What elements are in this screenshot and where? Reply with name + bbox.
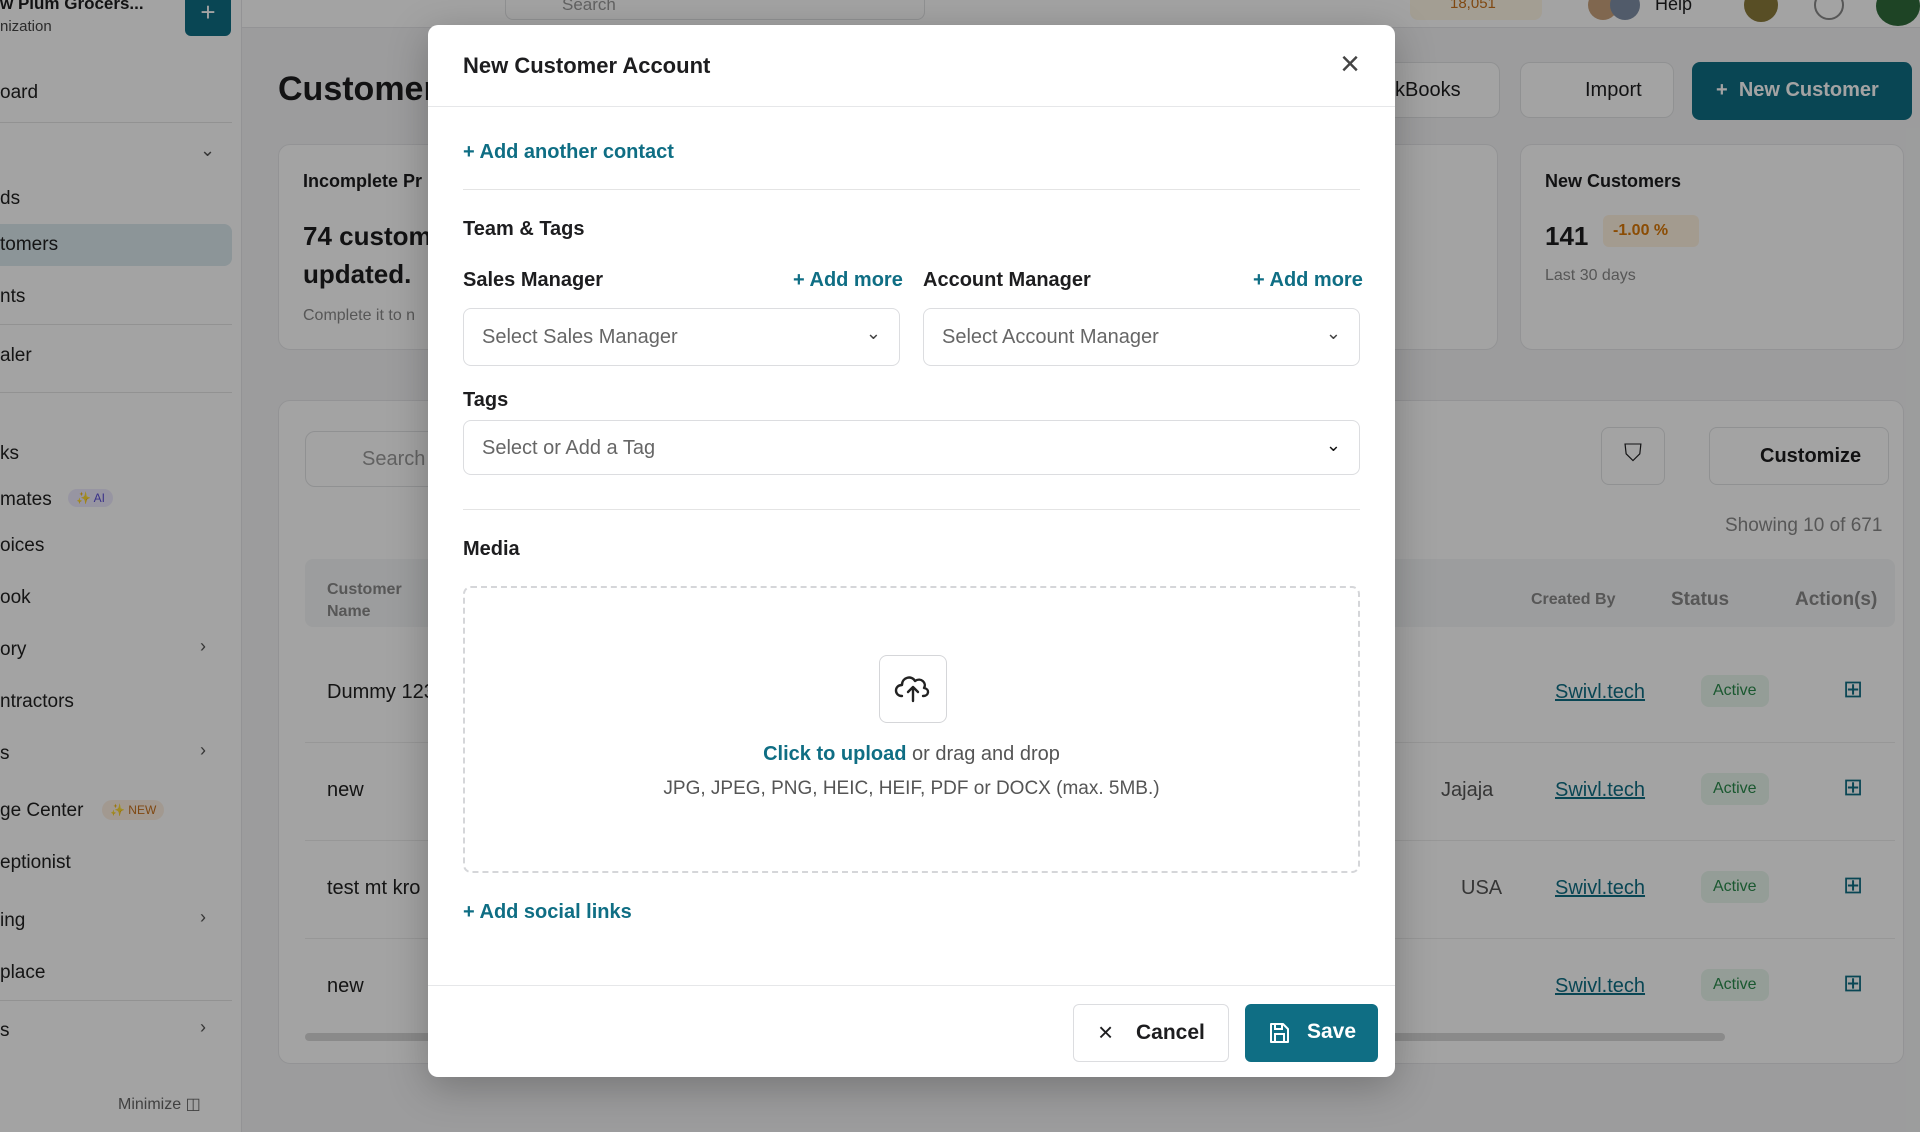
tags-select[interactable]: Select or Add a Tag ⌄ (463, 420, 1360, 475)
add-social-links[interactable]: + Add social links (463, 901, 632, 924)
chevron-down-icon: ⌄ (1325, 323, 1341, 343)
account-manager-select[interactable]: Select Account Manager ⌄ (923, 308, 1360, 366)
add-contact-link[interactable]: + Add another contact (463, 141, 674, 164)
tags-label: Tags (463, 389, 509, 411)
account-manager-placeholder: Select Account Manager (942, 326, 1159, 348)
modal-footer: × Cancel Save (428, 985, 1395, 1077)
close-icon[interactable]: × (1332, 47, 1368, 83)
tags-placeholder: Select or Add a Tag (482, 437, 656, 459)
save-label: Save (1307, 1020, 1357, 1043)
close-icon: × (1098, 1017, 1114, 1047)
save-button[interactable]: Save (1245, 1004, 1378, 1062)
account-manager-label: Account Manager (923, 269, 1091, 291)
section-divider (463, 509, 1360, 510)
upload-instructions: Click to upload or drag and drop (465, 743, 1358, 766)
account-manager-add-more[interactable]: + Add more (1253, 269, 1363, 292)
sales-manager-label: Sales Manager (463, 269, 604, 291)
file-dropzone[interactable]: Click to upload or drag and drop JPG, JP… (463, 586, 1360, 873)
sales-manager-select[interactable]: Select Sales Manager ⌄ (463, 308, 900, 366)
save-icon (1270, 1023, 1289, 1043)
media-heading: Media (463, 538, 520, 560)
sales-manager-placeholder: Select Sales Manager (482, 326, 678, 348)
chevron-down-icon: ⌄ (1325, 435, 1341, 455)
cancel-label: Cancel (1136, 1021, 1205, 1044)
upload-rest-text: or drag and drop (906, 743, 1060, 765)
new-customer-modal: New Customer Account × + Add another con… (428, 25, 1395, 1077)
upload-formats: JPG, JPEG, PNG, HEIC, HEIF, PDF or DOCX … (663, 778, 1160, 799)
section-divider (463, 189, 1360, 190)
modal-title: New Customer Account (463, 53, 711, 78)
click-to-upload-link[interactable]: Click to upload (763, 743, 906, 765)
app-root: w Plum Grocers... nization + oard ⌄ ds t… (0, 0, 1920, 1132)
upload-cloud-icon[interactable] (879, 655, 947, 723)
sales-manager-add-more[interactable]: + Add more (793, 269, 903, 292)
chevron-down-icon: ⌄ (865, 323, 881, 343)
modal-header: New Customer Account × (428, 25, 1395, 107)
team-tags-heading: Team & Tags (463, 218, 585, 240)
cancel-button[interactable]: × Cancel (1073, 1004, 1229, 1062)
